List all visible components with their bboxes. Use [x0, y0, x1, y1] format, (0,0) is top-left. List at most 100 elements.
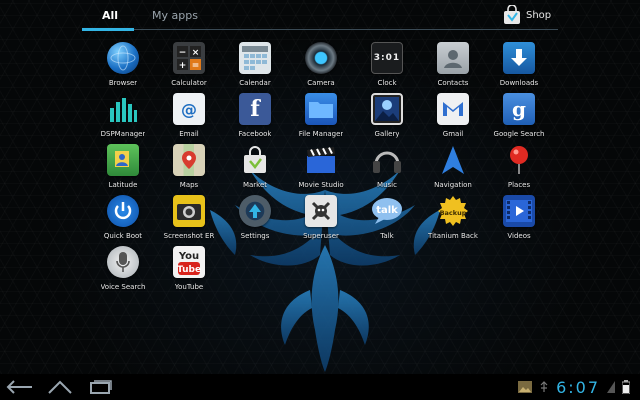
screenshot-camera-icon: [173, 195, 205, 227]
facebook-icon: f: [239, 93, 271, 125]
app-label: Gmail: [442, 130, 464, 138]
app-label: DSPManager: [100, 130, 146, 138]
app-label: Camera: [307, 79, 335, 87]
app-label: Email: [179, 130, 199, 138]
app-label: Music: [377, 181, 397, 189]
app-facebook[interactable]: f Facebook: [222, 93, 288, 143]
back-button[interactable]: [2, 377, 38, 397]
app-label: Titanium Back: [428, 232, 478, 240]
app-clock[interactable]: 3:01 Clock: [354, 42, 420, 92]
app-browser[interactable]: Browser: [90, 42, 156, 92]
shop-label: Shop: [526, 9, 552, 21]
clock-icon: 3:01: [371, 42, 403, 74]
back-arrow-icon: [6, 380, 32, 394]
app-contacts[interactable]: Contacts: [420, 42, 486, 92]
svg-text:talk: talk: [376, 205, 398, 216]
gmail-icon: [437, 93, 469, 125]
app-label: Screenshot ER: [163, 232, 215, 240]
app-label: Latitude: [108, 181, 138, 189]
app-market[interactable]: Market: [222, 144, 288, 194]
app-settings[interactable]: Settings: [222, 195, 288, 245]
headphones-icon: [371, 144, 403, 176]
app-voice-search[interactable]: Voice Search: [90, 246, 156, 296]
app-google-search[interactable]: g Google Search: [486, 93, 552, 143]
folder-icon: [305, 93, 337, 125]
microphone-icon: [107, 246, 139, 278]
home-button[interactable]: [42, 377, 78, 397]
app-music[interactable]: Music: [354, 144, 420, 194]
app-label: Browser: [108, 79, 138, 87]
app-label: Facebook: [238, 130, 272, 138]
app-gmail[interactable]: Gmail: [420, 93, 486, 143]
app-talk[interactable]: talk Talk: [354, 195, 420, 245]
app-videos[interactable]: Videos: [486, 195, 552, 245]
titanium-backup-icon: Backup: [437, 195, 469, 227]
talk-bubble-icon: talk: [371, 195, 403, 227]
app-file-manager[interactable]: File Manager: [288, 93, 354, 143]
app-camera[interactable]: Camera: [288, 42, 354, 92]
image-notification-icon: [518, 381, 533, 393]
app-places[interactable]: Places: [486, 144, 552, 194]
app-label: Google Search: [493, 130, 545, 138]
camera-icon: [305, 42, 337, 74]
app-label: Quick Boot: [103, 232, 143, 240]
system-navigation-bar: 6:07: [0, 374, 640, 400]
app-titanium-backup[interactable]: Backup Titanium Back: [420, 195, 486, 245]
app-label: Videos: [507, 232, 531, 240]
app-youtube[interactable]: You Tube YouTube: [156, 246, 222, 296]
svg-text:You: You: [178, 251, 199, 262]
svg-text:×: ×: [192, 48, 200, 58]
calendar-icon: [239, 42, 271, 74]
latitude-icon: [107, 144, 139, 176]
app-downloads[interactable]: Downloads: [486, 42, 552, 92]
svg-text:Tube: Tube: [177, 265, 201, 275]
app-navigation[interactable]: Navigation: [420, 144, 486, 194]
app-label: Contacts: [437, 79, 469, 87]
email-icon: @: [173, 93, 205, 125]
app-label: Clock: [377, 79, 397, 87]
shop-button[interactable]: Shop: [502, 5, 551, 25]
usb-debugging-icon: [540, 381, 548, 392]
recent-apps-button[interactable]: [82, 377, 118, 397]
app-calendar[interactable]: Calendar: [222, 42, 288, 92]
youtube-icon: You Tube: [173, 246, 205, 278]
app-quick-boot[interactable]: Quick Boot: [90, 195, 156, 245]
maps-icon: [173, 144, 205, 176]
clock-time: 6:07: [556, 377, 600, 397]
app-email[interactable]: @ Email: [156, 93, 222, 143]
app-label: YouTube: [174, 283, 204, 291]
tab-my-apps[interactable]: My apps: [152, 7, 198, 25]
app-latitude[interactable]: Latitude: [90, 144, 156, 194]
home-icon: [48, 380, 72, 394]
app-label: Calendar: [239, 79, 271, 87]
app-label: Navigation: [434, 181, 472, 189]
app-label: Gallery: [374, 130, 400, 138]
app-label: Downloads: [499, 79, 539, 87]
app-dspmanager[interactable]: DSPManager: [90, 93, 156, 143]
app-movie-studio[interactable]: Movie Studio: [288, 144, 354, 194]
gallery-icon: [371, 93, 403, 125]
battery-icon: [622, 380, 630, 394]
contacts-icon: [437, 42, 469, 74]
app-label: Market: [242, 181, 268, 189]
power-icon: [107, 195, 139, 227]
signal-icon: [607, 381, 615, 393]
app-label: Movie Studio: [298, 181, 344, 189]
app-screenshot-er[interactable]: Screenshot ER: [156, 195, 222, 245]
app-superuser[interactable]: Superuser: [288, 195, 354, 245]
app-label: Places: [507, 181, 531, 189]
globe-icon: [107, 42, 139, 74]
svg-text:=: =: [192, 61, 200, 71]
app-label: Calculator: [171, 79, 207, 87]
calculator-icon: − × + =: [173, 42, 205, 74]
clapperboard-icon: [305, 144, 337, 176]
app-calculator[interactable]: − × + = Calculator: [156, 42, 222, 92]
app-label: Settings: [240, 232, 270, 240]
status-area[interactable]: 6:07: [518, 377, 630, 397]
tab-all[interactable]: All: [102, 7, 118, 25]
tab-active-indicator: [82, 28, 134, 31]
settings-icon: [239, 195, 271, 227]
app-gallery[interactable]: Gallery: [354, 93, 420, 143]
app-maps[interactable]: Maps: [156, 144, 222, 194]
superuser-icon: [305, 195, 337, 227]
